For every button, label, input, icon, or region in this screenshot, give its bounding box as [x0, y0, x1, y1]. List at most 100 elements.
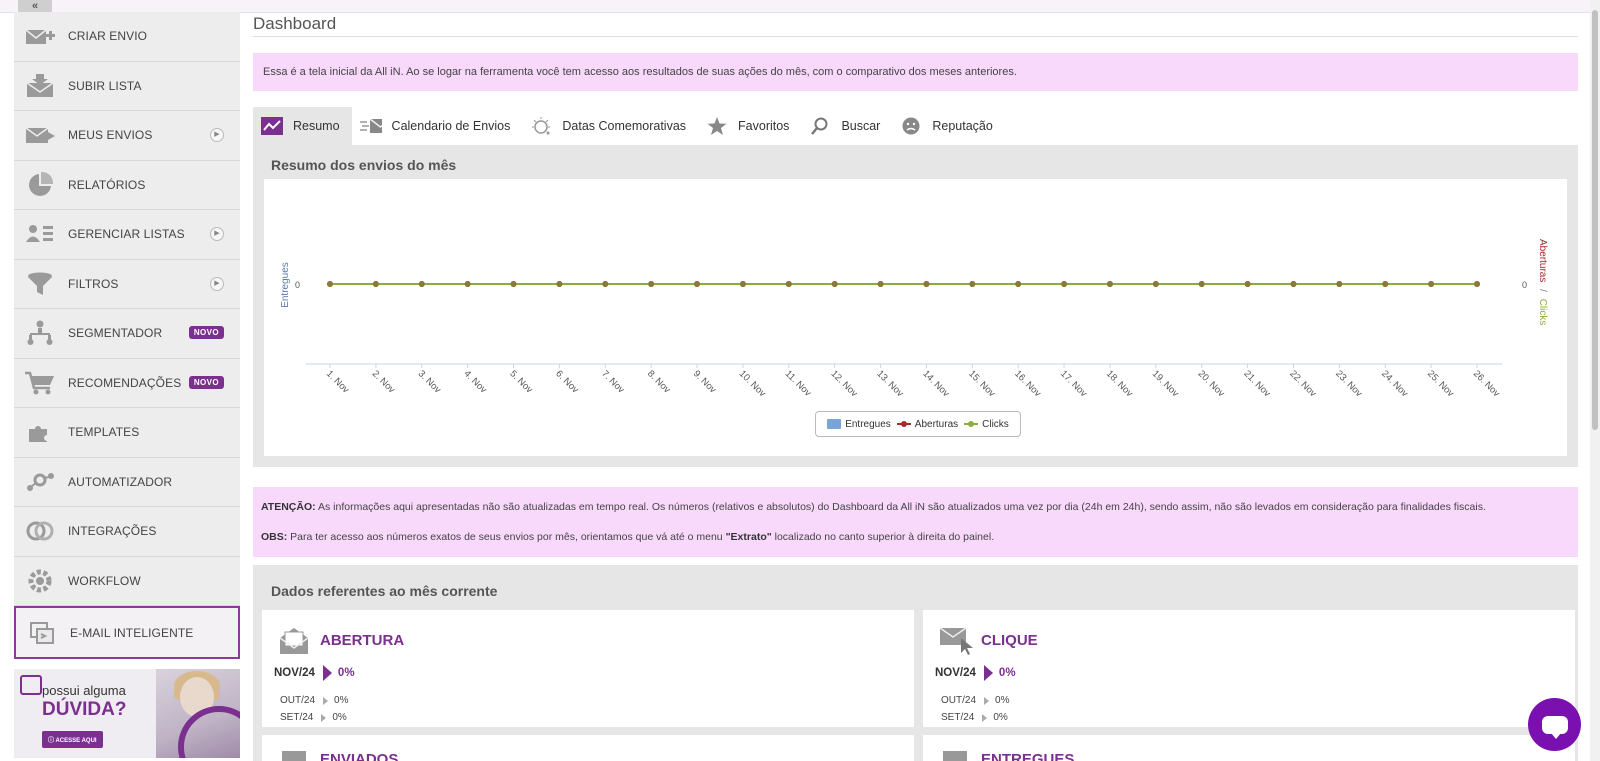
sidebar-item-segmentador[interactable]: SEGMENTADOR NOVO	[14, 309, 240, 359]
y-axis-label-right-separator: /	[1537, 289, 1548, 292]
my-sends-icon	[24, 121, 56, 149]
legend-label: Clicks	[982, 418, 1009, 430]
data-point-clicks[interactable]	[510, 281, 517, 287]
funnel-icon	[24, 270, 56, 298]
manage-lists-icon	[24, 220, 56, 248]
workflow-icon	[24, 567, 56, 595]
tab-favoritos[interactable]: Favoritos	[698, 107, 801, 145]
legend-item-aberturas[interactable]: Aberturas	[896, 418, 959, 430]
chart-area: 1. Nov 2. Nov 3. Nov 4. Nov 5. Nov 6. Nov 7. N…	[264, 179, 1567, 456]
search-icon	[809, 117, 831, 135]
top-bar	[0, 0, 1600, 13]
sidebar-item-label: RECOMENDAÇÕES	[68, 375, 182, 390]
sidebar-item-templates[interactable]: TEMPLATES	[14, 408, 240, 458]
data-point-clicks[interactable]	[1152, 281, 1159, 287]
x-tick-label: 6. Nov	[553, 368, 580, 395]
sidebar-item-label: INTEGRAÇÕES	[68, 524, 157, 539]
attention-notice: ATENÇÃO: As informações aqui apresentada…	[261, 501, 1486, 513]
collapse-sidebar-button[interactable]: «	[18, 0, 52, 12]
x-tick-label: 20. Nov	[1196, 368, 1227, 399]
data-point-clicks[interactable]	[1428, 281, 1435, 287]
data-point-clicks[interactable]	[1198, 281, 1205, 287]
expand-arrow-icon[interactable]: ▶	[210, 128, 224, 142]
sidebar-item-recomendacoes[interactable]: RECOMENDAÇÕES NOVO	[14, 358, 240, 408]
sidebar-item-label: TEMPLATES	[68, 425, 140, 440]
data-point-clicks[interactable]	[602, 281, 609, 287]
mail-speed-icon	[359, 117, 382, 135]
data-point-clicks[interactable]	[923, 281, 930, 287]
stat-card-enviados: ENVIADOS	[262, 735, 914, 761]
x-tick-label: 15. Nov	[966, 368, 997, 399]
sidebar-item-relatorios[interactable]: RELATÓRIOS	[14, 160, 240, 210]
expand-arrow-icon[interactable]: ▶	[210, 276, 224, 291]
y-axis-label-left: Entregues	[280, 262, 291, 308]
data-point-clicks[interactable]	[694, 281, 701, 287]
data-point-clicks[interactable]	[327, 281, 333, 287]
tab-resumo[interactable]: Resumo	[253, 107, 352, 145]
data-point-clicks[interactable]	[648, 281, 655, 287]
sidebar-item-workflow[interactable]: WORKFLOW	[14, 556, 240, 606]
card-title: CLIQUE	[981, 632, 1038, 649]
sidebar-item-automatizador[interactable]: AUTOMATIZADOR	[14, 457, 240, 507]
y-tick-right: 0	[1522, 280, 1527, 290]
intro-text: Essa é a tela inicial da All iN. Ao se l…	[263, 66, 1017, 78]
month-value: 0%	[337, 667, 355, 679]
chat-icon	[1541, 715, 1568, 739]
upload-list-icon	[24, 72, 56, 100]
help-banner[interactable]: possui alguma DÚVIDA? ⓘ ACESSE AQUI	[14, 669, 240, 758]
legend-item-clicks[interactable]: Clicks	[964, 419, 1009, 430]
x-tick-label: 18. Nov	[1104, 368, 1135, 399]
page-scrollbar[interactable]	[1590, 0, 1600, 761]
data-point-clicks[interactable]	[1382, 281, 1389, 287]
data-point-clicks[interactable]	[1106, 281, 1113, 287]
chat-button[interactable]	[1528, 698, 1581, 751]
data-point-clicks[interactable]	[969, 281, 976, 287]
current-month-row: NOV/24 0%	[274, 665, 355, 681]
tab-label: Favoritos	[738, 119, 790, 133]
scrollbar-thumb[interactable]	[1592, 10, 1598, 430]
banner-access-button[interactable]: ⓘ ACESSE AQUI	[42, 731, 103, 748]
triangle-icon	[323, 696, 329, 705]
month-label: OUT/24	[280, 695, 316, 706]
data-point-clicks[interactable]	[831, 281, 838, 287]
data-point-clicks[interactable]	[1061, 281, 1068, 287]
intro-banner: Essa é a tela inicial da All iN. Ao se l…	[253, 53, 1578, 91]
legend-swatch	[896, 421, 911, 427]
automation-icon	[24, 468, 56, 496]
sidebar-item-criar-envio[interactable]: CRIAR ENVIO	[14, 12, 240, 62]
expand-arrow-icon[interactable]: ▶	[210, 227, 224, 241]
tab-reputacao[interactable]: Reputação	[892, 107, 1004, 145]
legend-item-entregues[interactable]: Entregues	[827, 419, 891, 430]
y-tick-left: 0	[295, 280, 300, 290]
sidebar-item-subir-lista[interactable]: SUBIR LISTA	[14, 61, 240, 111]
tab-buscar[interactable]: Buscar	[801, 107, 892, 145]
create-mail-icon	[24, 22, 56, 50]
tab-calendario-de-envios[interactable]: Calendario de Envios	[352, 107, 523, 145]
data-point-clicks[interactable]	[418, 281, 425, 287]
data-point-clicks[interactable]	[739, 281, 746, 287]
data-point-clicks[interactable]	[1244, 281, 1251, 287]
data-point-clicks[interactable]	[372, 281, 379, 287]
summary-panel: Resumo dos envios do mês 1. Nov 2. Nov 3. …	[253, 145, 1578, 467]
banner-line-1: possui alguma	[42, 683, 126, 698]
sidebar-item-gerenciar-listas[interactable]: GERENCIAR LISTAS ▶	[14, 210, 240, 260]
data-point-clicks[interactable]	[556, 281, 563, 287]
stat-card-abertura: ABERTURA NOV/24 0% OUT/24 0% SET/24 0%	[262, 610, 914, 727]
tab-datas-comemorativas[interactable]: Datas Comemorativas	[522, 107, 698, 145]
sidebar-item-filtros[interactable]: FILTROS ▶	[14, 259, 240, 309]
data-point-clicks[interactable]	[1015, 281, 1022, 287]
data-point-clicks[interactable]	[1336, 281, 1343, 287]
data-point-clicks[interactable]	[464, 281, 471, 287]
sidebar: CRIAR ENVIO SUBIR LISTA MEUS ENVIOS ▶ RE…	[14, 12, 240, 659]
data-point-clicks[interactable]	[1290, 281, 1297, 287]
open-mail-icon	[278, 624, 310, 656]
legend-label: Aberturas	[914, 418, 959, 430]
data-point-clicks[interactable]	[785, 281, 792, 287]
data-point-clicks[interactable]	[877, 281, 884, 287]
month-label: OUT/24	[941, 695, 977, 706]
sidebar-item-email-inteligente[interactable]: E-MAIL INTELIGENTE	[14, 606, 240, 659]
delivered-icon	[939, 747, 971, 761]
sidebar-item-meus-envios[interactable]: MEUS ENVIOS ▶	[14, 111, 240, 161]
sidebar-item-integracoes[interactable]: INTEGRAÇÕES	[14, 507, 240, 557]
data-point-clicks[interactable]	[1474, 281, 1480, 287]
